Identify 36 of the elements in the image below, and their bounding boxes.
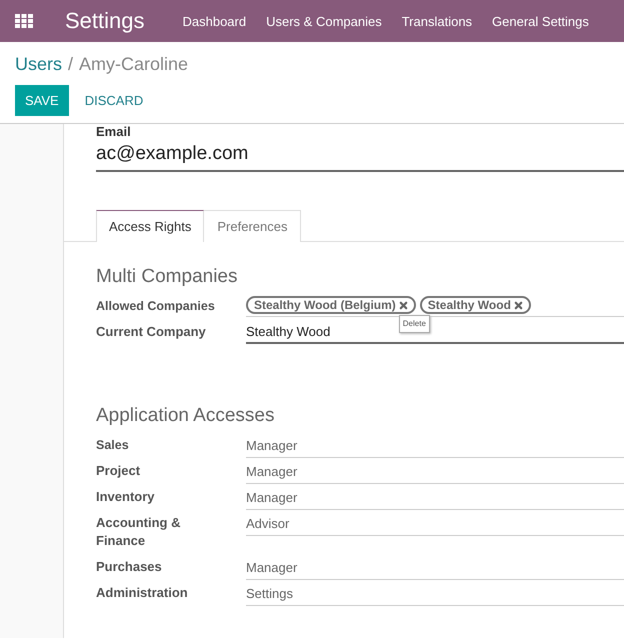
field-label: Project (96, 462, 142, 480)
email-field[interactable]: ac@example.com (96, 141, 624, 172)
menu-item[interactable]: Dashboard (182, 14, 246, 28)
tab[interactable]: Preferences (204, 210, 302, 242)
field-label: Administration (96, 584, 189, 602)
select-field[interactable]: Manager (246, 460, 624, 484)
field-label: Current Company (96, 323, 207, 341)
remove-icon[interactable] (398, 300, 408, 310)
field-label: Inventory (96, 488, 156, 506)
select-field[interactable]: Settings (246, 582, 624, 606)
breadcrumb-link[interactable]: Users (15, 54, 62, 75)
menu-item[interactable]: Translations (402, 14, 472, 28)
tab[interactable]: Access Rights (96, 210, 204, 242)
field-label: Purchases (96, 558, 163, 576)
select-field[interactable]: Advisor (246, 512, 624, 536)
remove-icon[interactable] (514, 300, 523, 310)
field-label: Allowed Companies (96, 298, 216, 315)
field-label: Accounting & Finance (96, 514, 182, 550)
select-field[interactable]: Manager (246, 486, 624, 510)
discard-button[interactable]: DISCARD (74, 85, 154, 116)
field-label: Sales (96, 437, 130, 454)
tag-label: Stealthy Wood (Belgium) (254, 298, 396, 312)
menu-item[interactable]: General Settings (492, 14, 589, 28)
save-button[interactable]: SAVE (15, 85, 69, 116)
tooltip: Delete (398, 315, 430, 333)
breadcrumb-current: Amy-Caroline (79, 54, 188, 75)
select-field[interactable]: Manager (246, 556, 624, 580)
app-title[interactable]: Settings (65, 8, 144, 34)
select-field[interactable]: Manager (246, 434, 624, 458)
breadcrumb-separator: / (68, 54, 74, 75)
section-title: Application Accesses (96, 405, 276, 427)
section-title: Multi Companies (96, 266, 238, 288)
apps-menu-icon[interactable] (15, 14, 33, 28)
menu-item[interactable]: Users & Companies (266, 14, 382, 28)
field-label: Email (96, 124, 132, 139)
tag-label: Stealthy Wood (428, 298, 511, 312)
